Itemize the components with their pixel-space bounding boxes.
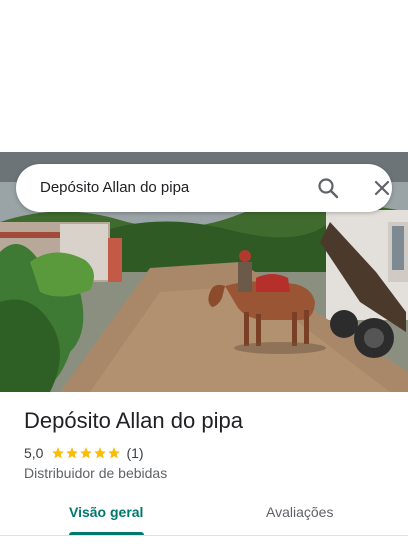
search-bar[interactable]: Depósito Allan do pipa — [16, 164, 392, 212]
tab-overview[interactable]: Visão geral — [69, 504, 143, 520]
close-icon[interactable] — [368, 174, 396, 202]
star-icon — [52, 447, 65, 459]
star-icon — [108, 447, 121, 459]
rating-value: 5,0 — [24, 445, 44, 461]
star-icon — [66, 447, 79, 459]
search-input[interactable]: Depósito Allan do pipa — [40, 179, 189, 196]
place-title: Depósito Allan do pipa — [24, 408, 243, 433]
search-icon[interactable] — [314, 174, 342, 202]
place-category: Distribuidor de bebidas — [24, 465, 168, 481]
rating-row[interactable]: 5,0 (1) — [24, 444, 144, 462]
tab-divider — [0, 535, 408, 536]
review-count[interactable]: (1) — [126, 445, 143, 461]
star-icon — [80, 447, 93, 459]
tab-reviews[interactable]: Avaliações — [266, 504, 333, 520]
star-icon — [94, 447, 107, 459]
star-rating — [51, 446, 121, 460]
